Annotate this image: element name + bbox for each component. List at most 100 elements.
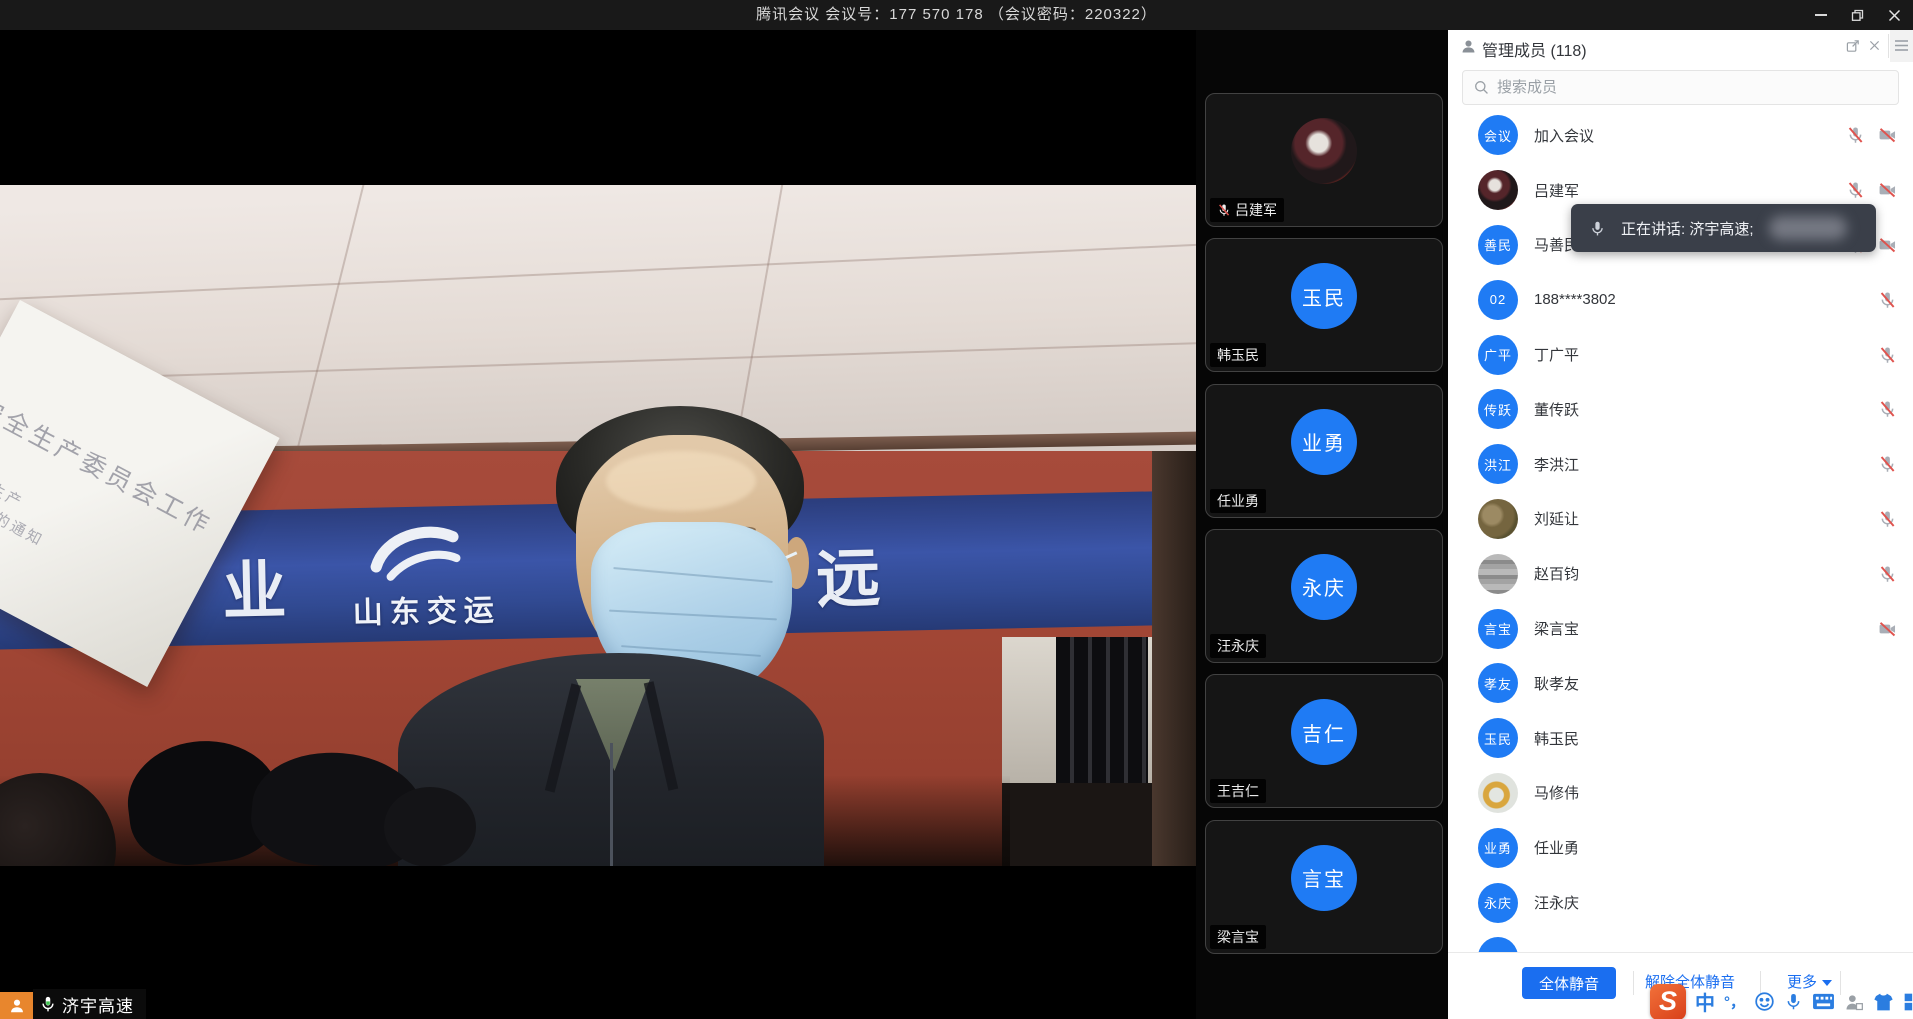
member-name: 任业勇: [1534, 837, 1579, 858]
ime-toolbar: S中 °，: [1650, 984, 1913, 1019]
panel-header: 管理成员 (118): [1448, 30, 1913, 62]
skin-center-icon[interactable]: [1873, 992, 1894, 1012]
mic-off-icon[interactable]: [1846, 126, 1865, 145]
video-thumbnail[interactable]: 永庆汪永庆: [1205, 529, 1443, 663]
member-name: 丁广平: [1534, 344, 1579, 365]
member-row[interactable]: 玉民韩玉民: [1448, 711, 1913, 766]
screen: 腾讯会议 会议号：177 570 178 （会议密码：220322） 业: [0, 0, 1913, 1019]
video-thumbnail[interactable]: 吉仁王吉仁: [1205, 674, 1443, 808]
member-avatar: 言宝: [1478, 609, 1518, 649]
member-row[interactable]: 永庆汪永庆: [1448, 875, 1913, 930]
member-avatar: 洪江: [1478, 444, 1518, 484]
voice-input-icon[interactable]: [1784, 992, 1803, 1011]
person-icon: [8, 997, 26, 1015]
thumbnail-name-label: 王吉仁: [1210, 779, 1266, 803]
paper-title-text: 安全生产委员会工作: [0, 388, 220, 542]
mic-off-icon[interactable]: [1878, 290, 1897, 309]
member-name: 赵百钧: [1534, 563, 1579, 584]
punctuation-mode[interactable]: °，: [1724, 991, 1745, 1012]
sogou-logo[interactable]: S: [1650, 984, 1686, 1019]
member-row[interactable]: 赵百钧: [1448, 546, 1913, 601]
member-name: 加入会议: [1534, 125, 1594, 146]
close-button[interactable]: [1876, 0, 1913, 30]
thumbnail-avatar: 永庆: [1291, 554, 1357, 620]
user-tools-icon[interactable]: [1844, 992, 1864, 1012]
thumbnail-avatar: 业勇: [1291, 409, 1357, 475]
members-icon: [1460, 38, 1477, 60]
mic-off-icon[interactable]: [1878, 509, 1897, 528]
member-search-box[interactable]: [1462, 70, 1899, 105]
member-row[interactable]: 02 188****3802: [1448, 272, 1913, 327]
mic-off-icon[interactable]: [1878, 564, 1897, 583]
lang-indicator[interactable]: 中: [1695, 987, 1715, 1016]
member-row[interactable]: 传跃董传跃: [1448, 382, 1913, 437]
blurred-name: [1769, 216, 1847, 240]
camera-off-icon[interactable]: [1878, 181, 1897, 200]
toast-mic-icon: [1589, 220, 1606, 237]
thumbnail-name-label: 梁言宝: [1210, 925, 1266, 949]
window-controls: [1802, 0, 1913, 30]
camera-off-icon[interactable]: [1878, 619, 1897, 638]
member-avatar: 善民: [1478, 225, 1518, 265]
member-avatar: 永庆: [1478, 883, 1518, 923]
member-avatar: 传跃: [1478, 389, 1518, 429]
member-row[interactable]: 广平丁广平: [1448, 327, 1913, 382]
camera-off-icon[interactable]: [1878, 235, 1897, 254]
member-row[interactable]: 言宝梁言宝: [1448, 601, 1913, 656]
banner-char-right: 远: [815, 527, 881, 620]
restore-icon: [1851, 9, 1864, 22]
thumbnail-avatar: 言宝: [1291, 845, 1357, 911]
active-mic-icon: [39, 995, 57, 1013]
mic-off-icon[interactable]: [1878, 400, 1897, 419]
close-icon: [1888, 9, 1901, 22]
main-video[interactable]: 业 山东交运 远 安全生产委员会工作 业安全生产 （行）的通知: [0, 185, 1196, 866]
mic-off-icon[interactable]: [1878, 345, 1897, 364]
panel-menu-icon[interactable]: [1894, 39, 1909, 57]
member-row[interactable]: [1448, 930, 1913, 952]
member-name: 董传跃: [1534, 399, 1579, 420]
member-row[interactable]: 刘延让: [1448, 492, 1913, 547]
mute-all-button[interactable]: 全体静音: [1522, 967, 1616, 999]
member-row[interactable]: 业勇任业勇: [1448, 820, 1913, 875]
member-search-input[interactable]: [1497, 79, 1888, 96]
panel-title: 管理成员 (118): [1482, 37, 1587, 61]
toolbox-icon[interactable]: [1903, 992, 1913, 1012]
member-avatar: 业勇: [1478, 828, 1518, 868]
video-thumbnail[interactable]: 业勇任业勇: [1205, 384, 1443, 518]
member-avatar: 02: [1478, 280, 1518, 320]
member-avatar: 孝友: [1478, 663, 1518, 703]
video-thumbnail[interactable]: 言宝梁言宝: [1205, 820, 1443, 954]
mic-off-icon[interactable]: [1878, 455, 1897, 474]
active-speaker-name: 济宇高速: [62, 992, 134, 1017]
member-name: 韩玉民: [1534, 728, 1579, 749]
camera-off-icon[interactable]: [1878, 126, 1897, 145]
search-icon: [1473, 79, 1490, 96]
toast-text: 正在讲话: 济宇高速;: [1621, 218, 1754, 239]
video-thumbnail[interactable]: 玉民韩玉民: [1205, 238, 1443, 372]
soft-keyboard-icon[interactable]: [1812, 992, 1835, 1011]
minimize-button[interactable]: [1802, 0, 1839, 30]
restore-button[interactable]: [1839, 0, 1876, 30]
member-avatar: [1478, 170, 1518, 210]
thumbnail-avatar: 玉民: [1291, 263, 1357, 329]
mic-off-icon[interactable]: [1846, 181, 1865, 200]
member-row[interactable]: 孝友耿孝友: [1448, 656, 1913, 711]
member-row[interactable]: 洪江李洪江: [1448, 437, 1913, 492]
member-name: 汪永庆: [1534, 892, 1579, 913]
mic-off-icon: [1217, 203, 1231, 217]
member-avatar: 广平: [1478, 335, 1518, 375]
member-row[interactable]: 马修伟: [1448, 766, 1913, 821]
member-name: 188****3802: [1534, 291, 1616, 308]
video-thumbnail[interactable]: 吕建军: [1205, 93, 1443, 227]
thumbnail-photo-avatar: [1291, 118, 1357, 184]
member-name: 吕建军: [1534, 180, 1579, 201]
thumbnail-name-label: 汪永庆: [1210, 634, 1266, 658]
popout-panel-button[interactable]: [1845, 38, 1861, 59]
member-avatar: 会议: [1478, 115, 1518, 155]
speaking-toast: 正在讲话: 济宇高速;: [1571, 204, 1876, 252]
close-panel-button[interactable]: [1867, 38, 1882, 58]
taskbar-person-icon[interactable]: [0, 992, 33, 1019]
member-panel: 管理成员 (118) 会议加入会议吕建军善民马善民02188****3802广平…: [1448, 30, 1913, 1019]
member-row[interactable]: 会议加入会议: [1448, 108, 1913, 163]
emoji-picker-icon[interactable]: [1754, 991, 1775, 1012]
